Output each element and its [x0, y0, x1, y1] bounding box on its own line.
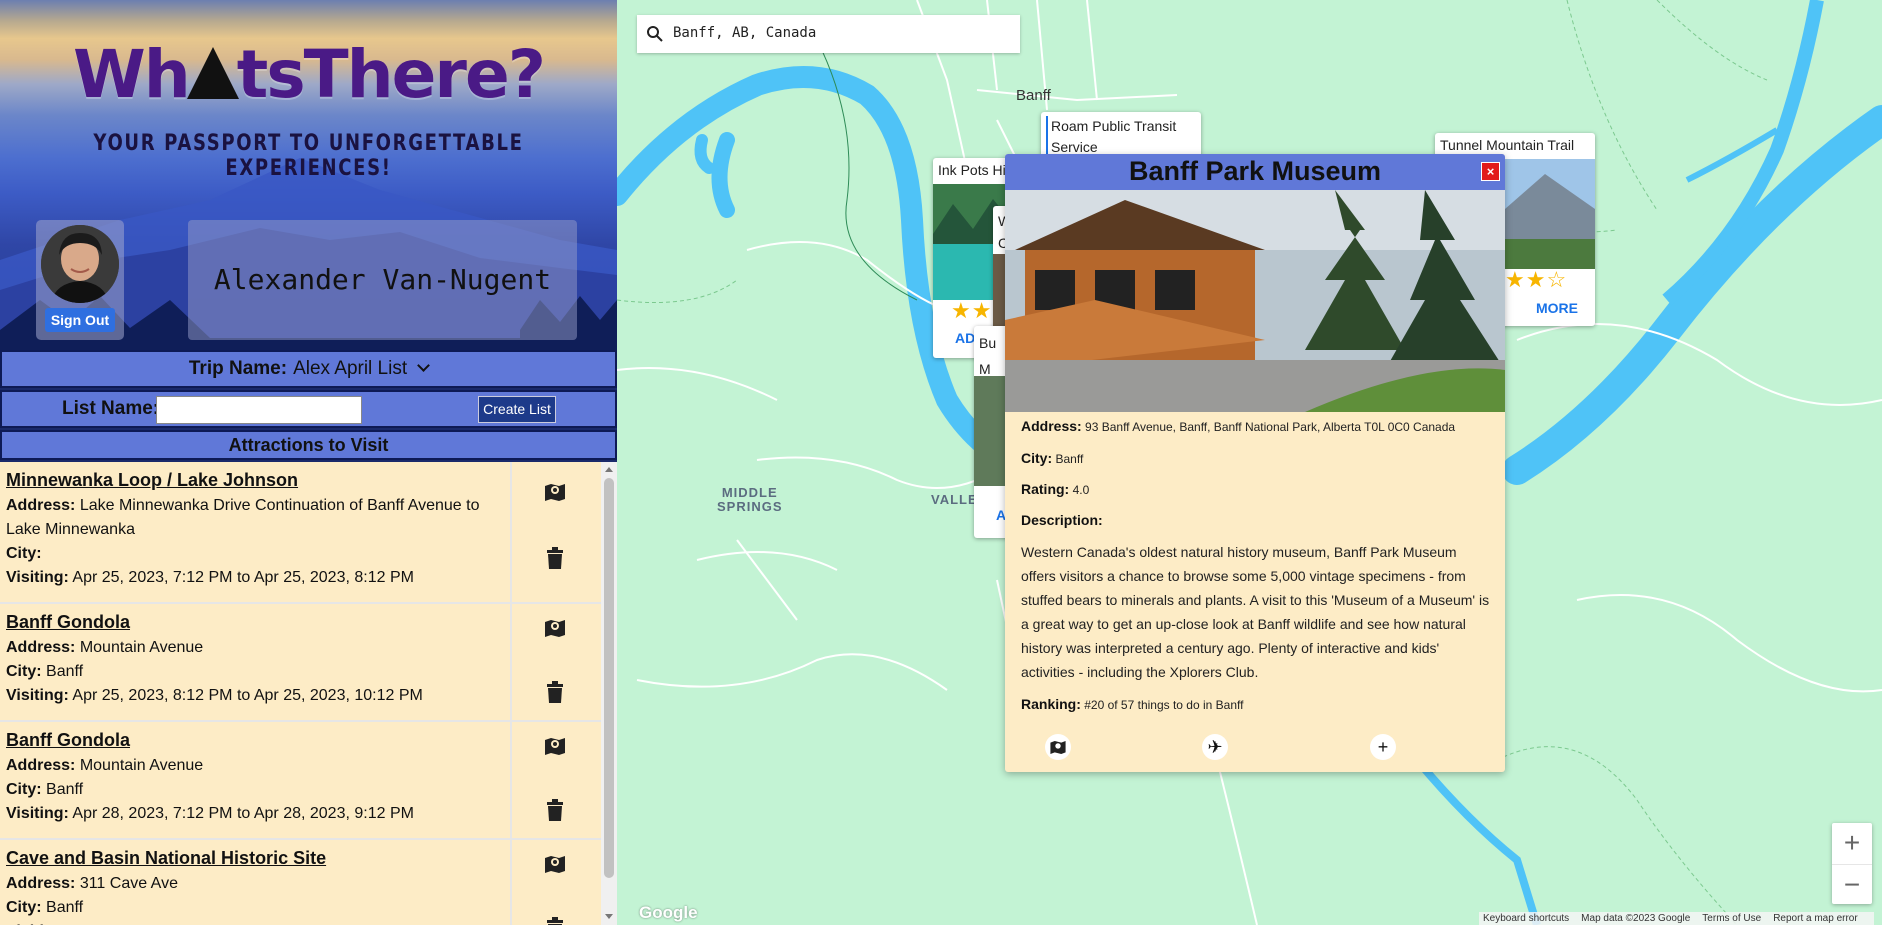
- create-list-button[interactable]: Create List: [478, 396, 556, 423]
- item-city-label: City:: [6, 899, 42, 916]
- scroll-thumb[interactable]: [604, 478, 614, 878]
- zoom-in-button[interactable]: +: [1832, 823, 1872, 863]
- scroll-down-arrow-icon[interactable]: [605, 914, 613, 919]
- list-form: List Name: Create List: [0, 390, 617, 428]
- zoom-out-button[interactable]: −: [1832, 864, 1872, 904]
- map-icon[interactable]: [543, 480, 567, 504]
- map-icon[interactable]: [543, 734, 567, 758]
- item-city-label: City:: [6, 663, 42, 680]
- rating-stars: ★★☆: [1505, 267, 1568, 292]
- place-card-link[interactable]: AD: [955, 330, 975, 346]
- list-item: Banff Gondola Address: Mountain Avenue C…: [0, 722, 601, 840]
- profile-card: Sign Out: [36, 220, 124, 340]
- item-visiting: Apr 25, 2023, 7:12 PM to Apr 25, 2023, 8…: [72, 569, 414, 586]
- item-title[interactable]: Banff Gondola: [6, 610, 506, 634]
- close-icon[interactable]: ×: [1481, 162, 1500, 181]
- item-title[interactable]: Minnewanka Loop / Lake Johnson: [6, 468, 506, 492]
- scroll-up-arrow-icon[interactable]: [605, 467, 613, 472]
- avatar: [41, 225, 119, 303]
- item-address-label: Address:: [6, 875, 76, 892]
- popup-ranking: Ranking: #20 of 57 things to do in Banff: [1021, 696, 1244, 712]
- item-visiting-label: Visiting:: [6, 687, 69, 704]
- place-detail-popup: Banff Park Museum × Address: 93 Banff Av…: [1005, 154, 1505, 772]
- trip-selector[interactable]: Trip Name: Alex April List: [0, 350, 617, 388]
- item-title[interactable]: Banff Gondola: [6, 728, 506, 752]
- list-name-label: List Name:: [62, 398, 160, 419]
- item-visiting-label: Visiting:: [6, 569, 69, 586]
- map-icon[interactable]: [1045, 734, 1071, 760]
- item-visiting: Apr 28, 2023, 7:12 PM to Apr 28, 2023, 9…: [72, 805, 414, 822]
- trash-icon[interactable]: [545, 916, 565, 925]
- town-label: Banff: [1016, 87, 1051, 104]
- logo-text-end: tsThere?: [236, 36, 546, 113]
- popup-title: Banff Park Museum: [1128, 156, 1382, 186]
- keyboard-shortcuts-link[interactable]: Keyboard shortcuts: [1483, 913, 1569, 924]
- popup-rating: Rating: 4.0: [1021, 481, 1090, 497]
- rating-stars: ★★: [951, 298, 993, 323]
- user-name: Alexander Van-Nugent: [213, 263, 552, 296]
- popup-city: City: Banff: [1021, 450, 1084, 466]
- list-item: Banff Gondola Address: Mountain Avenue C…: [0, 604, 601, 722]
- area-label-middle-springs: MIDDLE SPRINGS: [717, 485, 783, 514]
- map-icon[interactable]: [543, 616, 567, 640]
- popup-description: Western Canada's oldest natural history …: [1021, 544, 1490, 680]
- item-address: 311 Cave Ave: [79, 875, 178, 892]
- trash-icon[interactable]: [545, 798, 565, 822]
- popup-header: Banff Park Museum ×: [1005, 154, 1505, 190]
- map-search-box[interactable]: Banff, AB, Canada: [637, 15, 1020, 53]
- item-visiting-label: Visiting:: [6, 805, 69, 822]
- popup-description-label: Description:: [1021, 512, 1103, 528]
- place-photo: [1005, 190, 1505, 412]
- report-error-link[interactable]: Report a map error: [1773, 913, 1857, 924]
- item-address-label: Address:: [6, 757, 76, 774]
- area-label-valley: VALLE: [931, 492, 978, 507]
- map-view[interactable]: Banff, AB, Canada Banff MIDDLE SPRINGS VA…: [617, 0, 1882, 925]
- logo-text-start: Wh: [73, 36, 191, 113]
- item-city: Banff: [46, 663, 84, 680]
- list-item: Cave and Basin National Historic Site Ad…: [0, 840, 601, 925]
- more-link[interactable]: MORE: [1536, 300, 1578, 316]
- chevron-down-icon[interactable]: [417, 359, 430, 372]
- trip-label: Trip Name:: [188, 358, 288, 379]
- trip-value[interactable]: Alex April List: [293, 358, 407, 379]
- map-data-text: Map data ©2023 Google: [1581, 913, 1691, 924]
- zoom-controls: + −: [1832, 823, 1872, 904]
- item-city-label: City:: [6, 545, 42, 562]
- item-city: Banff: [46, 781, 84, 798]
- hero-banner: Wh tsThere? YOUR PASSPORT TO UNFORGETTABL…: [0, 0, 617, 350]
- attractions-list[interactable]: Minnewanka Loop / Lake Johnson Address: …: [0, 462, 601, 925]
- item-address-label: Address:: [6, 639, 76, 656]
- item-address-label: Address:: [6, 497, 76, 514]
- item-address: Mountain Avenue: [79, 757, 204, 774]
- item-city: Banff: [46, 899, 84, 916]
- trash-icon[interactable]: [545, 680, 565, 704]
- airplane-icon[interactable]: ✈: [1202, 734, 1228, 760]
- popup-address: Address: 93 Banff Avenue, Banff, Banff N…: [1021, 418, 1456, 434]
- item-visiting: Apr 25, 2023, 8:12 PM to Apr 25, 2023, 1…: [72, 687, 423, 704]
- left-panel: Wh tsThere? YOUR PASSPORT TO UNFORGETTABL…: [0, 0, 617, 925]
- google-logo: Google: [639, 903, 698, 922]
- avatar-image: [41, 225, 119, 303]
- app-root: Wh tsThere? YOUR PASSPORT TO UNFORGETTABL…: [0, 0, 1882, 925]
- sign-out-button[interactable]: Sign Out: [45, 308, 115, 332]
- list-item: Minnewanka Loop / Lake Johnson Address: …: [0, 462, 601, 604]
- user-name-card: Alexander Van-Nugent: [188, 220, 577, 340]
- attractions-heading: Attractions to Visit: [0, 430, 617, 460]
- item-title[interactable]: Cave and Basin National Historic Site: [6, 846, 506, 870]
- map-icon[interactable]: [543, 852, 567, 876]
- terms-link[interactable]: Terms of Use: [1702, 913, 1761, 924]
- list-name-input[interactable]: [156, 396, 362, 424]
- add-icon[interactable]: +: [1370, 734, 1396, 760]
- item-city-label: City:: [6, 781, 42, 798]
- logo-mountain-icon: [186, 47, 239, 99]
- search-icon: [647, 26, 663, 42]
- map-search-input[interactable]: Banff, AB, Canada: [673, 25, 816, 41]
- map-attribution: Keyboard shortcuts Map data ©2023 Google T…: [1479, 912, 1874, 925]
- app-logo: Wh tsThere?: [0, 36, 617, 113]
- item-address: Lake Minnewanka Drive Continuation of Ba…: [6, 497, 480, 538]
- trash-icon[interactable]: [545, 546, 565, 570]
- item-address: Mountain Avenue: [79, 639, 204, 656]
- list-scrollbar[interactable]: [601, 462, 617, 925]
- tagline: YOUR PASSPORT TO UNFORGETTABLE EXPERIENC…: [93, 131, 524, 181]
